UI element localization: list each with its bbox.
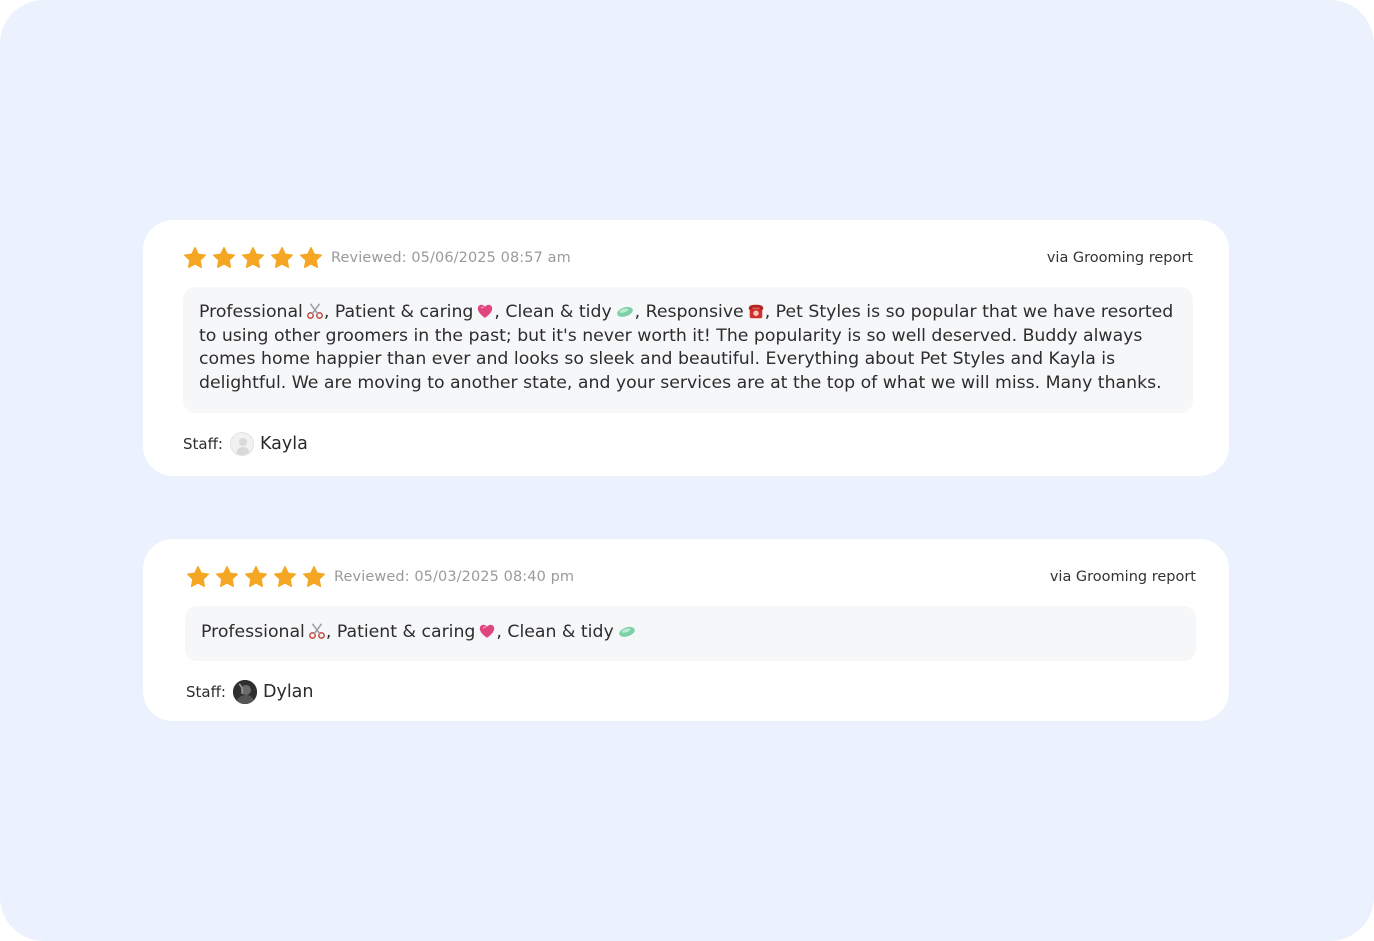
avatar <box>229 432 254 456</box>
heart-icon <box>478 304 493 318</box>
review-source: via Grooming report <box>1046 250 1193 266</box>
staff-info: Staff: Dylan <box>186 680 314 704</box>
tag-label: Professional <box>199 302 303 322</box>
review-date: Reviewed: 05/03/2025 08:40 pm <box>334 569 575 585</box>
star-rating <box>183 246 323 270</box>
tag-label: , Clean & tidy <box>494 302 612 322</box>
star-icon <box>213 247 235 268</box>
staff-label: Staff: <box>183 435 223 453</box>
review-date: Reviewed: 05/06/2025 08:57 am <box>331 250 571 266</box>
tag-label: Professional <box>201 622 305 642</box>
scissors-icon <box>308 623 325 639</box>
tag-label: , Patient & caring <box>325 622 476 642</box>
tag-label: , Patient & caring <box>323 302 474 322</box>
star-icon <box>184 247 206 268</box>
page-background: Reviewed: 05/06/2025 08:57 am via Groomi… <box>0 0 1374 941</box>
staff-label: Staff: <box>186 683 226 701</box>
telephone-icon <box>748 304 763 319</box>
star-icon <box>187 566 209 587</box>
star-icon <box>245 566 267 587</box>
review-comment: Professional , Patient & caring , Clean & … <box>185 606 1196 661</box>
review-header: Reviewed: 05/06/2025 08:57 am via Groomi… <box>183 246 1193 270</box>
staff-name: Kayla <box>259 434 308 454</box>
avatar <box>232 680 257 704</box>
soap-icon <box>616 306 633 317</box>
star-icon <box>216 566 238 587</box>
review-card: Reviewed: 05/03/2025 08:40 pm via Groomi… <box>143 539 1229 721</box>
tag-label: , Responsive <box>634 302 744 322</box>
star-icon <box>300 247 322 268</box>
staff-photo-icon <box>232 680 257 704</box>
heart-icon <box>480 624 495 638</box>
staff-name: Dylan <box>262 682 314 702</box>
scissors-icon <box>306 303 323 319</box>
staff-info: Staff: Kayla <box>183 432 308 456</box>
star-icon <box>271 247 293 268</box>
review-header: Reviewed: 05/03/2025 08:40 pm via Groomi… <box>186 565 1196 589</box>
review-card: Reviewed: 05/06/2025 08:57 am via Groomi… <box>143 220 1229 476</box>
review-comment: Professional , Patient & caring , Clean & … <box>183 287 1193 413</box>
soap-icon <box>618 626 635 637</box>
star-icon <box>274 566 296 587</box>
tag-label: , Clean & tidy <box>496 622 614 642</box>
star-icon <box>242 247 264 268</box>
person-placeholder-icon <box>235 438 250 455</box>
star-rating <box>186 565 326 589</box>
review-source: via Grooming report <box>1049 569 1196 585</box>
star-icon <box>303 566 325 587</box>
